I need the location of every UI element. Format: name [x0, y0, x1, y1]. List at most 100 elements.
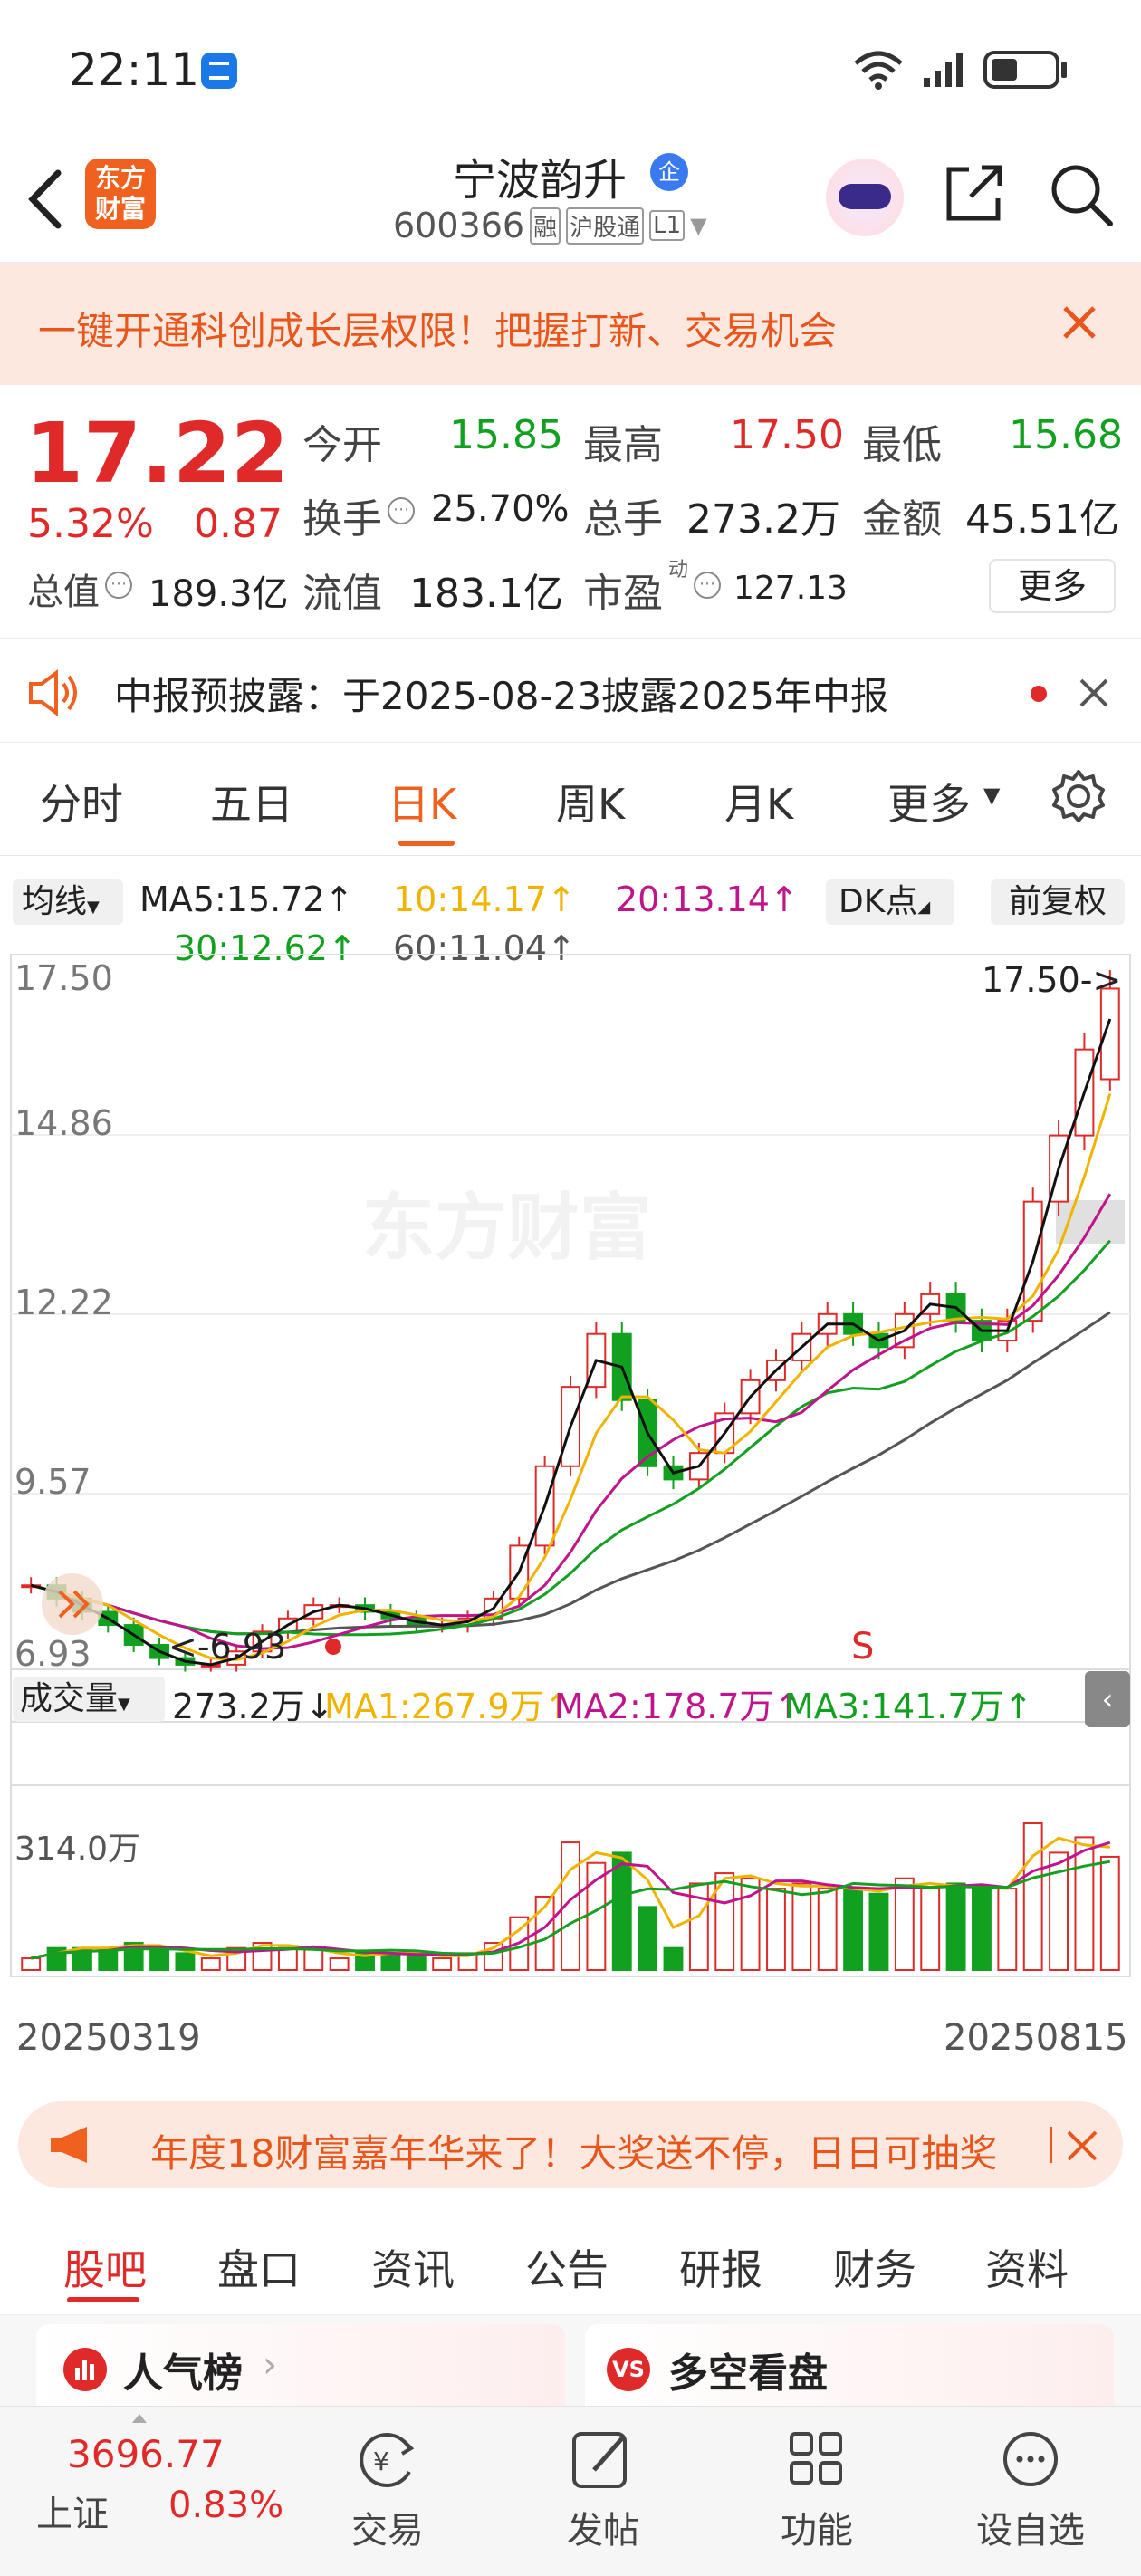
share-icon[interactable] — [942, 160, 1007, 226]
edit-icon — [572, 2432, 627, 2488]
current-range-band — [1056, 1200, 1125, 1244]
chevron-down-icon[interactable]: ▼ — [983, 783, 1000, 808]
price-tick-2: 14.86 — [14, 1103, 113, 1143]
tab-more[interactable]: 更多 — [887, 772, 971, 831]
chevron-down-icon[interactable]: ▼ — [690, 213, 706, 238]
open-value: 15.85 — [449, 412, 563, 458]
volume-bar — [1099, 1855, 1120, 1971]
ma5-line — [30, 1018, 1112, 1667]
close-icon[interactable] — [1078, 677, 1110, 709]
signal-icon — [924, 53, 963, 87]
ma5-value: MA5:15.72↑ — [139, 879, 354, 919]
stock-name: 宁波韵升 — [453, 155, 628, 206]
volume-bar — [945, 1882, 966, 1972]
info-icon[interactable]: ⋯ — [105, 572, 132, 599]
promo-text: 年度18财富嘉年华来了！大奖送不停，日日可抽奖 — [150, 2131, 998, 2176]
index-pct: 0.83% — [168, 2485, 284, 2526]
bottom-nav: 3696.77 上证 0.83% ¥ 交易 发帖 功能 设自选 — [0, 2406, 1141, 2576]
cards-row: 人气榜 › VS 多空看盘 — [0, 2315, 1141, 2406]
mktcap-label: 总值 — [27, 572, 100, 613]
tab-profile[interactable]: 资料 — [985, 2237, 1069, 2297]
kline-chart-area: 均线▼ MA5:15.72↑ 10:14.17↑ 20:13.14↑ 30:12… — [0, 856, 1141, 2065]
tab-five-day[interactable]: 五日 — [210, 772, 293, 831]
turnover-value: 25.70% — [431, 488, 570, 530]
tab-announcements[interactable]: 公告 — [525, 2237, 609, 2297]
volume-bar — [766, 1888, 786, 1971]
adjust-button[interactable]: 前复权 — [991, 879, 1125, 925]
info-icon[interactable]: ⋯ — [694, 572, 721, 599]
pe-value: 127.13 — [734, 570, 848, 607]
volume-bar — [997, 1888, 1018, 1971]
promo-banner[interactable]: 一键开通科创成长层权限！把握打新、交易机会 — [0, 263, 1141, 385]
content-tabs: 股吧 盘口 资讯 公告 研报 财务 资料 — [0, 2210, 1141, 2315]
tab-intraday[interactable]: 分时 — [40, 772, 123, 831]
ma10-value: 10:14.17↑ — [393, 879, 576, 919]
volume-bar — [1074, 1836, 1095, 1972]
nav-trade[interactable]: ¥ 交易 — [351, 2427, 424, 2562]
tab-indicator — [67, 2297, 139, 2302]
volume-bar — [303, 1946, 324, 1971]
date-end: 20250815 — [944, 2017, 1128, 2059]
change-abs: 0.87 — [194, 501, 283, 547]
tab-news[interactable]: 资讯 — [371, 2237, 455, 2297]
notification-icon — [201, 53, 237, 89]
tab-research[interactable]: 研报 — [679, 2237, 762, 2297]
amount-label: 金额 — [862, 496, 942, 543]
nav-watchlist[interactable]: 设自选 — [976, 2427, 1085, 2562]
volume-bar — [329, 1957, 350, 1972]
close-icon[interactable] — [1060, 303, 1099, 342]
chevron-left-icon[interactable]: ‹ — [1085, 1671, 1130, 1727]
watermark: 东方财富 — [362, 1186, 652, 1270]
vs-icon: VS — [607, 2348, 650, 2391]
nav-functions[interactable]: 功能 — [781, 2427, 853, 2562]
more-dots-icon — [1003, 2432, 1058, 2486]
dk-point-button[interactable]: DK点◢ — [826, 879, 954, 925]
enterprise-badge: 企 — [650, 153, 688, 191]
ma-selector[interactable]: 均线▼ — [13, 879, 123, 925]
nav-post[interactable]: 发帖 — [567, 2427, 639, 2562]
assistant-avatar-icon[interactable] — [826, 159, 904, 236]
bull-bear-card[interactable]: VS 多空看盘 — [585, 2324, 1114, 2406]
volume-bar — [791, 1882, 812, 1972]
carnival-banner[interactable]: 年度18财富嘉年华来了！大奖送不停，日日可抽奖 — [18, 2101, 1123, 2188]
low-value: 15.68 — [1009, 412, 1123, 458]
info-icon[interactable]: ⋯ — [388, 497, 415, 524]
volume-bar — [277, 1946, 298, 1971]
tab-financials[interactable]: 财务 — [833, 2237, 916, 2297]
tab-weekly-k[interactable]: 周K — [556, 772, 625, 831]
tab-daily-k[interactable]: 日K — [388, 772, 456, 831]
unread-dot — [1031, 686, 1047, 702]
volume-bar — [380, 1952, 401, 1971]
back-icon[interactable] — [25, 168, 65, 231]
kline-svg[interactable]: 东方财富 17.50-> <-6.93 S 17.50 14.86 12.22 … — [0, 954, 1141, 1977]
float-value: 183.1亿 — [409, 571, 563, 617]
gear-icon[interactable] — [1050, 768, 1107, 824]
app-logo: 东方 财富 — [85, 159, 156, 229]
popularity-card[interactable]: 人气榜 › — [36, 2324, 565, 2406]
popularity-label: 人气榜 — [123, 2350, 243, 2397]
turnover-label: 换手 — [302, 496, 382, 543]
volume-bar — [200, 1957, 221, 1972]
collapse-left-icon[interactable] — [42, 1573, 103, 1635]
more-button[interactable]: 更多 — [989, 559, 1116, 613]
search-icon[interactable] — [1047, 160, 1116, 229]
speaker-icon — [29, 669, 77, 716]
status-bar: 22:11 — [0, 0, 1141, 140]
high-label: 最高 — [583, 422, 663, 468]
sell-signal-marker: S — [851, 1626, 874, 1668]
volume-bar — [432, 1957, 453, 1972]
notice-bar[interactable]: 中报预披露：于2025-08-23披露2025年中报 — [0, 639, 1141, 743]
notice-text: 中报预披露：于2025-08-23披露2025年中报 — [114, 674, 888, 718]
tab-monthly-k[interactable]: 月K — [724, 772, 793, 831]
volume-bar — [868, 1892, 889, 1972]
expand-up-icon[interactable] — [132, 2414, 147, 2423]
chart-tabs: 分时 五日 日K 周K 月K 更多 ▼ — [0, 743, 1141, 856]
tab-orderbook[interactable]: 盘口 — [217, 2237, 301, 2297]
chevron-right-icon: › — [263, 2344, 277, 2386]
volume-selector[interactable]: 成交量▼ — [13, 1677, 165, 1722]
trade-icon: ¥ — [360, 2433, 415, 2487]
tab-forum[interactable]: 股吧 — [63, 2237, 147, 2297]
connect-tag: 沪股通 — [566, 207, 645, 245]
date-start: 20250319 — [16, 2017, 201, 2059]
close-icon[interactable] — [1065, 2129, 1099, 2163]
